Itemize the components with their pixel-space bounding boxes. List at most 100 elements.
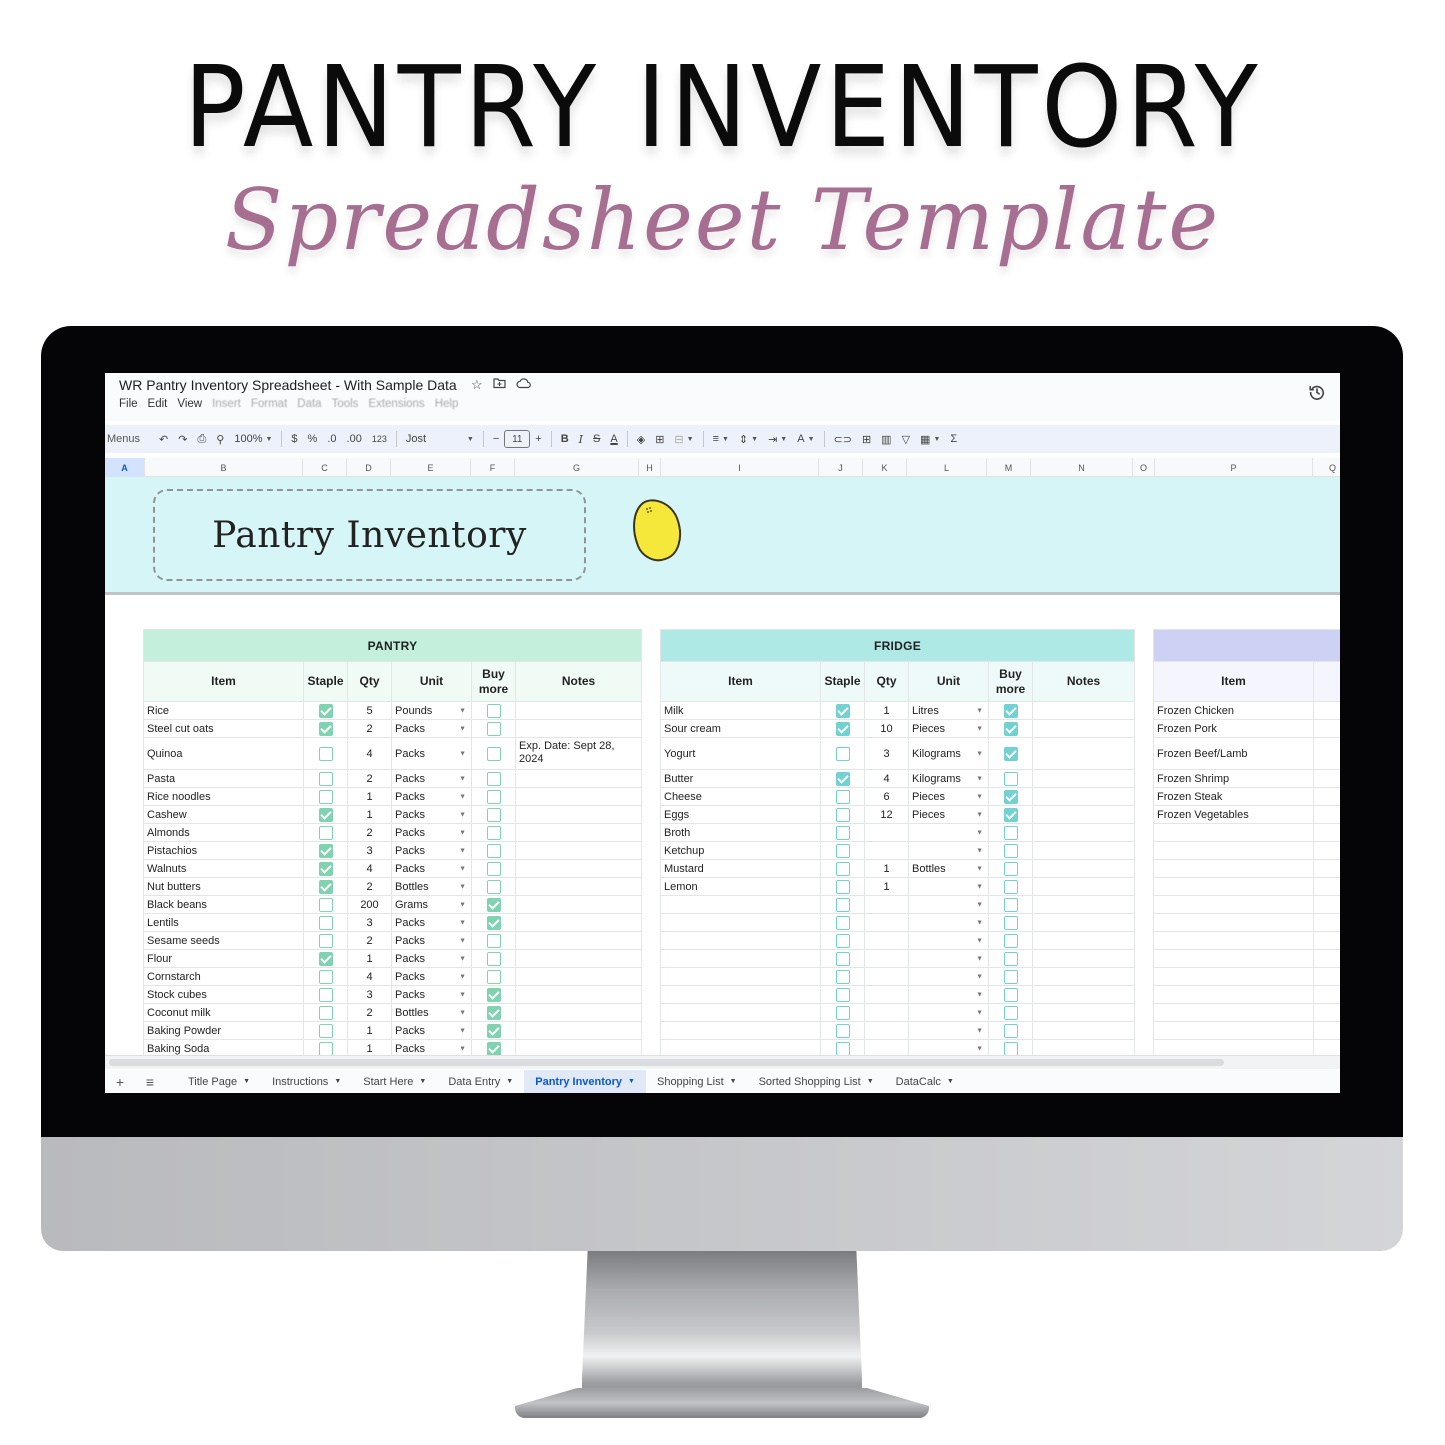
qty-cell[interactable] bbox=[864, 841, 909, 860]
dropdown-arrow-icon[interactable]: ▼ bbox=[976, 725, 983, 732]
item-cell[interactable] bbox=[1153, 931, 1314, 950]
item-cell[interactable]: Eggs bbox=[660, 805, 821, 824]
staple-cell[interactable] bbox=[1313, 841, 1340, 860]
buy-more-cell[interactable] bbox=[988, 719, 1033, 738]
item-cell[interactable]: Black beans bbox=[143, 895, 304, 914]
unit-dropdown[interactable]: Pieces ▼ bbox=[908, 787, 989, 806]
item-cell[interactable] bbox=[660, 1021, 821, 1040]
staple-checkbox[interactable] bbox=[318, 789, 333, 804]
dropdown-arrow-icon[interactable]: ▼ bbox=[976, 811, 983, 818]
notes-cell[interactable] bbox=[515, 913, 642, 932]
buy-more-checkbox[interactable] bbox=[486, 861, 501, 876]
qty-cell[interactable]: 2 bbox=[347, 1003, 392, 1022]
buy-more-cell[interactable] bbox=[471, 787, 516, 806]
buy-more-cell[interactable] bbox=[471, 1003, 516, 1022]
buy-more-cell[interactable] bbox=[988, 769, 1033, 788]
staple-checkbox[interactable] bbox=[835, 843, 850, 858]
unit-dropdown[interactable]: Grams ▼ bbox=[391, 895, 472, 914]
buy-more-checkbox[interactable] bbox=[1003, 969, 1018, 984]
item-cell[interactable]: Stock cubes bbox=[143, 985, 304, 1004]
unit-dropdown[interactable]: Packs ▼ bbox=[391, 949, 472, 968]
staple-cell[interactable] bbox=[303, 985, 348, 1004]
item-cell[interactable] bbox=[1153, 1021, 1314, 1040]
dropdown-arrow-icon[interactable]: ▼ bbox=[459, 811, 466, 818]
item-cell[interactable] bbox=[660, 931, 821, 950]
buy-more-cell[interactable] bbox=[471, 895, 516, 914]
sheet-tab-instructions[interactable]: Instructions ▼ bbox=[261, 1070, 352, 1093]
dropdown-arrow-icon[interactable]: ▼ bbox=[459, 750, 466, 757]
buy-more-cell[interactable] bbox=[988, 787, 1033, 806]
item-cell[interactable] bbox=[1153, 913, 1314, 932]
item-cell[interactable]: Rice bbox=[143, 701, 304, 720]
search-menus-button[interactable]: Menus bbox=[105, 428, 154, 450]
staple-checkbox[interactable] bbox=[835, 789, 850, 804]
staple-cell[interactable] bbox=[303, 877, 348, 896]
staple-cell[interactable] bbox=[1313, 859, 1340, 878]
qty-cell[interactable]: 1 bbox=[347, 805, 392, 824]
staple-checkbox[interactable] bbox=[318, 897, 333, 912]
staple-cell[interactable] bbox=[303, 701, 348, 720]
staple-cell[interactable] bbox=[1313, 877, 1340, 896]
qty-cell[interactable]: 1 bbox=[347, 1021, 392, 1040]
unit-dropdown[interactable]: ▼ bbox=[908, 985, 989, 1004]
dropdown-arrow-icon[interactable]: ▼ bbox=[459, 991, 466, 998]
item-cell[interactable] bbox=[660, 949, 821, 968]
staple-checkbox[interactable] bbox=[835, 969, 850, 984]
item-cell[interactable] bbox=[1153, 895, 1314, 914]
item-cell[interactable]: Lemon bbox=[660, 877, 821, 896]
notes-cell[interactable] bbox=[1031, 805, 1136, 824]
item-cell[interactable]: Broth bbox=[660, 823, 821, 842]
menu-extensions[interactable]: Extensions bbox=[368, 398, 424, 410]
qty-cell[interactable]: 10 bbox=[864, 719, 909, 738]
filter-views-icon[interactable]: ▦ ▼ bbox=[915, 428, 945, 450]
buy-more-checkbox[interactable] bbox=[486, 789, 501, 804]
column-header-g[interactable]: G bbox=[515, 458, 639, 477]
menu-help[interactable]: Help bbox=[435, 398, 459, 410]
staple-cell[interactable] bbox=[1313, 769, 1340, 788]
scrollbar-thumb[interactable] bbox=[109, 1059, 1224, 1066]
qty-cell[interactable] bbox=[864, 949, 909, 968]
unit-dropdown[interactable]: Kilograms ▼ bbox=[908, 737, 989, 770]
dropdown-arrow-icon[interactable]: ▼ bbox=[976, 707, 983, 714]
qty-cell[interactable]: 200 bbox=[347, 895, 392, 914]
item-cell[interactable]: Sesame seeds bbox=[143, 931, 304, 950]
item-cell[interactable]: Frozen Shrimp bbox=[1153, 769, 1314, 788]
dropdown-arrow-icon[interactable]: ▼ bbox=[976, 750, 983, 757]
notes-cell[interactable] bbox=[515, 823, 642, 842]
notes-cell[interactable] bbox=[515, 877, 642, 896]
notes-cell[interactable] bbox=[1031, 985, 1136, 1004]
chevron-down-icon[interactable]: ▼ bbox=[506, 1078, 513, 1085]
dropdown-arrow-icon[interactable]: ▼ bbox=[459, 937, 466, 944]
unit-dropdown[interactable]: Bottles ▼ bbox=[391, 1003, 472, 1022]
staple-checkbox[interactable] bbox=[318, 807, 333, 822]
column-header-q[interactable]: Q bbox=[1313, 458, 1340, 477]
unit-dropdown[interactable]: Pieces ▼ bbox=[908, 805, 989, 824]
qty-cell[interactable]: 4 bbox=[347, 737, 392, 770]
staple-cell[interactable] bbox=[1313, 931, 1340, 950]
staple-checkbox[interactable] bbox=[835, 771, 850, 786]
qty-cell[interactable]: 4 bbox=[347, 967, 392, 986]
staple-checkbox[interactable] bbox=[835, 1041, 850, 1056]
text-color-button[interactable]: A bbox=[605, 428, 622, 450]
dropdown-arrow-icon[interactable]: ▼ bbox=[459, 725, 466, 732]
buy-more-checkbox[interactable] bbox=[1003, 879, 1018, 894]
buy-more-cell[interactable] bbox=[471, 931, 516, 950]
column-header-b[interactable]: B bbox=[145, 458, 303, 477]
dropdown-arrow-icon[interactable]: ▼ bbox=[459, 883, 466, 890]
sheet-tab-sorted-shopping-list[interactable]: Sorted Shopping List ▼ bbox=[748, 1070, 885, 1093]
dropdown-arrow-icon[interactable]: ▼ bbox=[976, 775, 983, 782]
unit-dropdown[interactable]: Packs ▼ bbox=[391, 1021, 472, 1040]
staple-cell[interactable] bbox=[820, 949, 865, 968]
unit-dropdown[interactable]: Pieces ▼ bbox=[908, 719, 989, 738]
item-cell[interactable]: Flour bbox=[143, 949, 304, 968]
column-header-c[interactable]: C bbox=[303, 458, 347, 477]
buy-more-checkbox[interactable] bbox=[486, 951, 501, 966]
buy-more-cell[interactable] bbox=[988, 841, 1033, 860]
buy-more-cell[interactable] bbox=[988, 985, 1033, 1004]
redo-icon[interactable]: ↷ bbox=[173, 428, 192, 450]
notes-cell[interactable] bbox=[1031, 841, 1136, 860]
text-wrapping-icon[interactable]: ⇥ ▼ bbox=[763, 428, 792, 450]
staple-cell[interactable] bbox=[1313, 805, 1340, 824]
notes-cell[interactable] bbox=[1031, 1003, 1136, 1022]
staple-checkbox[interactable] bbox=[318, 825, 333, 840]
